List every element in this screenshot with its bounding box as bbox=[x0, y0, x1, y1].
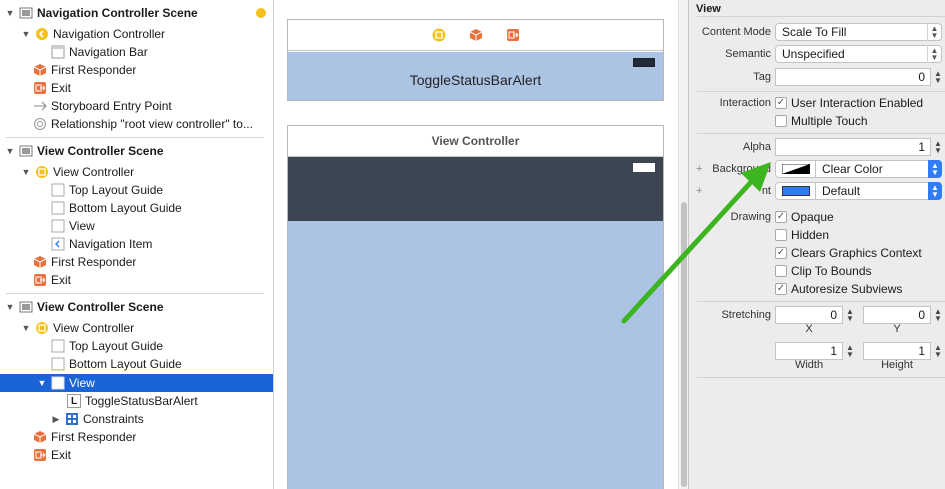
annotation-arrow-icon bbox=[621, 162, 771, 324]
xcode-storyboard-window: ▼ Navigation Controller Scene ▼ Navigati… bbox=[0, 0, 945, 489]
